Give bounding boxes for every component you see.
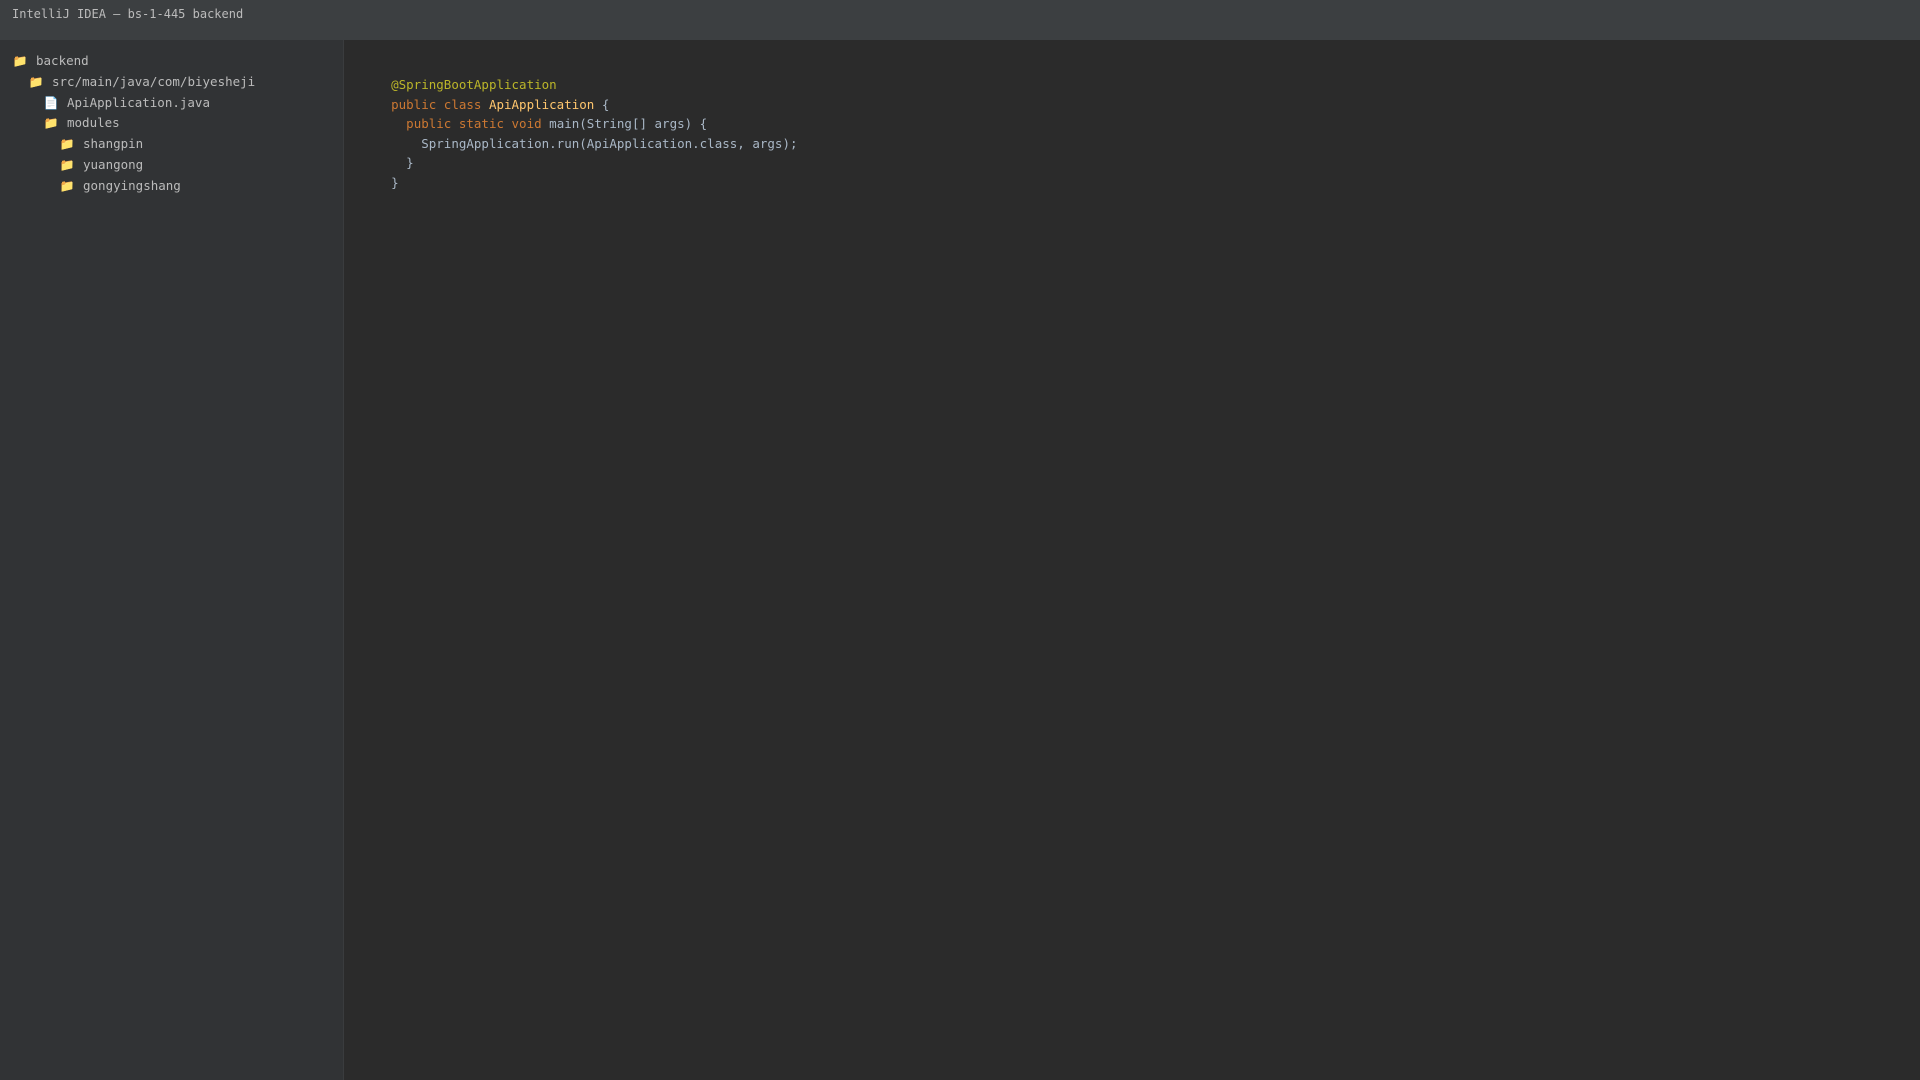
tree-item-label: src/main/java/com/biyesheji xyxy=(52,74,256,89)
plain-token: } xyxy=(391,175,399,190)
code-line-1: @SpringBootApplication xyxy=(361,55,557,92)
tree-item-label: ApiApplication.java xyxy=(67,95,210,110)
tree-item-apiapplication-java[interactable]: 📄 ApiApplication.java xyxy=(43,93,210,113)
folder-icon: 📁 xyxy=(59,179,75,193)
tree-item-label: shangpin xyxy=(83,136,144,151)
tree-item-shangpin[interactable]: 📁 shangpin xyxy=(59,134,144,154)
code-line-3: public static void main(String[] args) { xyxy=(361,94,707,131)
tree-item-label: gongyingshang xyxy=(83,178,181,193)
window-titlebar: IntelliJ IDEA — bs-1-445 backend xyxy=(0,0,1920,40)
code-line-4: SpringApplication.run(ApiApplication.cla… xyxy=(361,114,797,151)
file-icon: 📄 xyxy=(43,96,59,110)
folder-icon: 📁 xyxy=(59,158,75,172)
tree-item-label: modules xyxy=(67,115,120,130)
code-line-6: } xyxy=(361,153,399,190)
tree-item-backend[interactable]: 📁 backend xyxy=(12,51,89,71)
folder-icon: 📁 xyxy=(43,116,59,130)
project-tree-panel[interactable]: 📁 backend 📁 src/main/java/com/biyesheji 📄 A… xyxy=(0,40,344,1080)
tree-item-gongyingshang[interactable]: 📁 gongyingshang xyxy=(59,176,181,196)
tree-item-modules[interactable]: 📁 modules xyxy=(43,113,120,133)
window-title: IntelliJ IDEA — bs-1-445 backend xyxy=(12,7,244,21)
code-editor[interactable]: @SpringBootApplication public class ApiA… xyxy=(344,40,1920,1080)
plain-token: SpringApplication.run(ApiApplication.cla… xyxy=(391,136,798,151)
folder-icon: 📁 xyxy=(59,137,75,151)
tree-item-label: yuangong xyxy=(83,157,144,172)
tree-item-src-main-java[interactable]: 📁 src/main/java/com/biyesheji xyxy=(28,72,256,92)
tree-item-label: backend xyxy=(36,53,89,68)
folder-icon: 📁 xyxy=(12,54,28,68)
code-line-5: } xyxy=(361,133,414,170)
tree-item-yuangong[interactable]: 📁 yuangong xyxy=(59,155,144,175)
folder-icon: 📁 xyxy=(28,75,44,89)
code-line-2: public class ApiApplication { xyxy=(361,75,609,112)
